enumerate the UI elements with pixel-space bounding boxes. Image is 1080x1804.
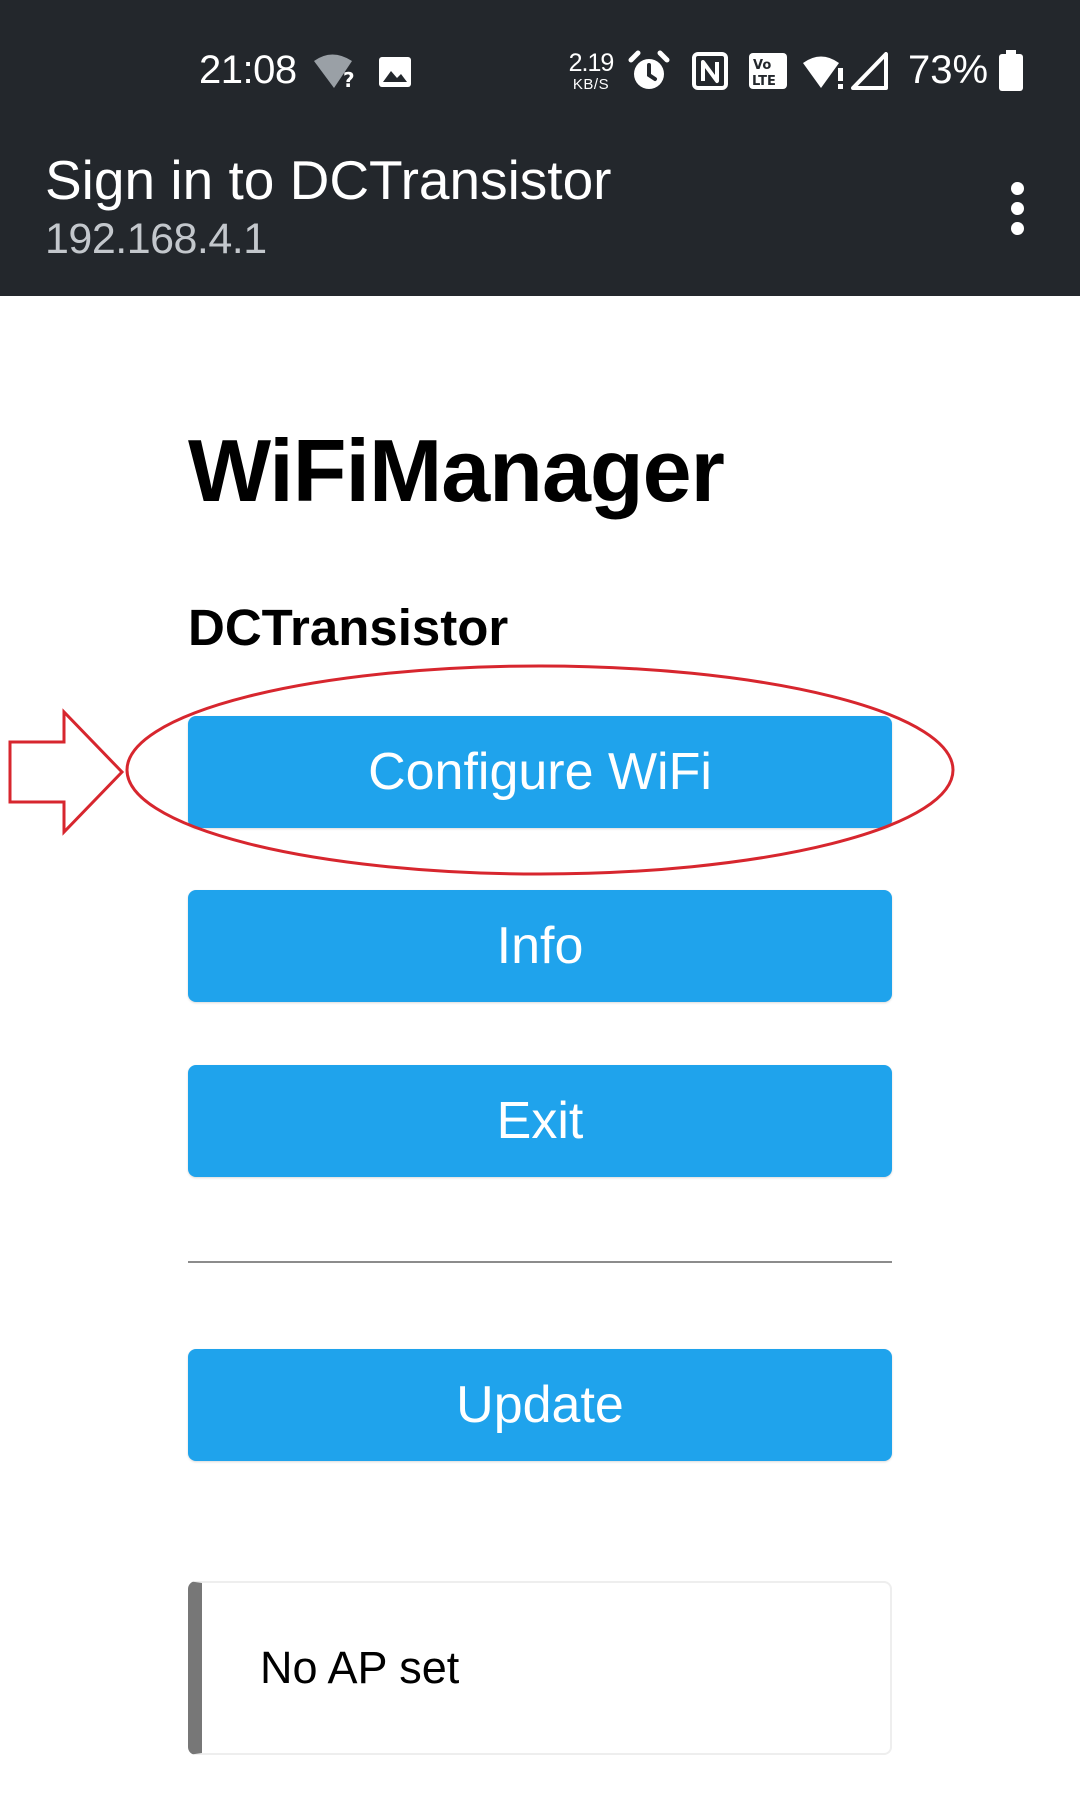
- page-title: Sign in to DCTransistor: [45, 149, 612, 211]
- battery-icon: [999, 50, 1023, 91]
- network-speed: 2.19 KB/S: [568, 49, 615, 93]
- network-speed-unit: KB/S: [572, 76, 610, 93]
- svg-text:Vo: Vo: [753, 58, 771, 73]
- annotation-arrow-icon: [8, 708, 125, 836]
- page-url: 192.168.4.1: [45, 215, 267, 263]
- status-message-box: No AP set: [188, 1581, 892, 1755]
- info-button[interactable]: Info: [188, 890, 892, 1002]
- status-bar: 21:08 ? 2.19 KB/S Vo LTE 73%: [0, 0, 1080, 145]
- divider: [188, 1261, 892, 1263]
- configure-wifi-button[interactable]: Configure WiFi: [188, 716, 892, 828]
- nfc-icon: [692, 52, 728, 90]
- page-heading: WiFiManager: [188, 421, 725, 520]
- wifi-question-icon: ?: [314, 54, 355, 90]
- svg-text:LTE: LTE: [752, 74, 776, 89]
- image-notification-icon: [379, 57, 411, 87]
- network-speed-value: 2.19: [568, 49, 615, 77]
- battery-percent: 73%: [908, 48, 989, 92]
- alarm-icon: [628, 50, 670, 89]
- more-vert-icon[interactable]: [990, 172, 1046, 244]
- volte-icon: Vo LTE: [749, 53, 787, 89]
- exit-button[interactable]: Exit: [188, 1065, 892, 1177]
- cell-signal-icon: [851, 52, 888, 90]
- svg-text:?: ?: [343, 68, 355, 90]
- top-bar: 21:08 ? 2.19 KB/S Vo LTE 73% Sign in to …: [0, 0, 1080, 296]
- device-name: DCTransistor: [188, 599, 509, 656]
- hotspot-icon: [803, 56, 843, 89]
- status-message: No AP set: [260, 1642, 460, 1693]
- update-button[interactable]: Update: [188, 1349, 892, 1461]
- status-time: 21:08: [199, 48, 297, 92]
